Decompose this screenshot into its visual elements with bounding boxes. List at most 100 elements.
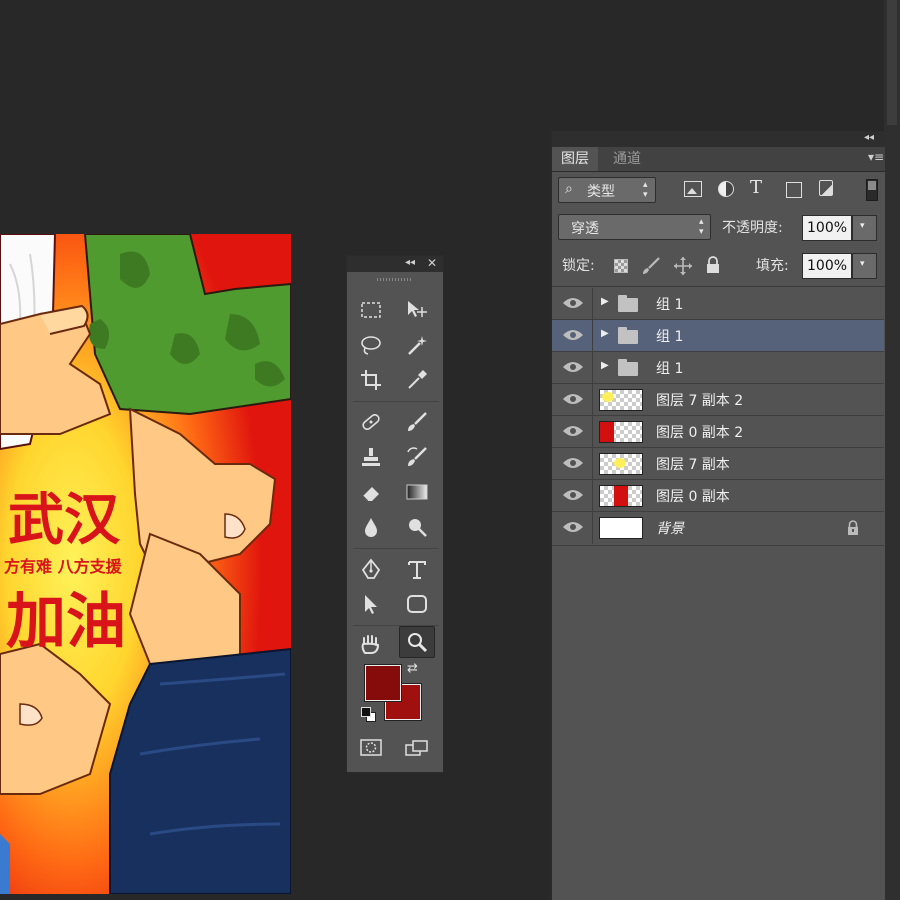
foreground-color-swatch[interactable]	[365, 665, 401, 701]
brush-tool[interactable]	[399, 406, 435, 438]
clone-stamp-tool[interactable]	[353, 441, 389, 473]
tab-channels[interactable]: 通道	[604, 147, 650, 171]
dodge-tool[interactable]	[399, 511, 435, 543]
fill-input[interactable]: 100%	[802, 253, 852, 279]
crop-tool[interactable]	[353, 364, 389, 396]
blend-mode-dropdown[interactable]: 穿透 ▴ ▾	[558, 214, 711, 240]
layer-name: 组 1	[656, 361, 684, 377]
layer-row-group[interactable]: ▶ 组 1	[552, 352, 884, 384]
zoom-icon	[408, 633, 428, 653]
eyedropper-tool[interactable]	[399, 364, 435, 396]
type-tool[interactable]	[399, 553, 435, 585]
filter-pixel-icon[interactable]	[684, 181, 702, 197]
rounded-rectangle-icon	[407, 595, 427, 613]
lasso-tool[interactable]	[353, 329, 389, 361]
tools-panel-titlebar[interactable]: ◂◂ ✕	[347, 256, 443, 272]
screen-mode-button[interactable]	[399, 732, 435, 764]
updown-icon: ▴ ▾	[699, 217, 704, 237]
layer-name: 图层 7 副本 2	[656, 393, 744, 409]
quick-mask-icon	[360, 739, 382, 756]
layer-row-group[interactable]: ▶ 组 1	[552, 288, 884, 320]
blend-mode-value: 穿透	[571, 221, 599, 237]
filter-smart-object-icon[interactable]	[819, 180, 833, 196]
eye-icon[interactable]	[562, 392, 584, 406]
filter-toggle[interactable]	[866, 179, 878, 201]
eye-icon[interactable]	[562, 328, 584, 342]
opacity-dropdown-button[interactable]: ▾	[852, 215, 877, 241]
default-colors-icon[interactable]	[361, 707, 376, 722]
history-brush-tool[interactable]	[399, 441, 435, 473]
panel-menu-icon[interactable]: ▾≡	[868, 150, 884, 164]
layer-row-background[interactable]: 背景	[552, 512, 884, 546]
layer-list: ▶ 组 1 ▶ 组 1 ▶ 组 1 图层 7 副本 2 图层 0 副本 2 图层…	[552, 288, 885, 546]
rectangle-tool[interactable]	[399, 588, 435, 620]
gradient-icon	[406, 484, 428, 500]
poster-artwork: 武汉 方有难 八方支援 加油	[0, 234, 291, 894]
filter-type-icon[interactable]: T	[750, 177, 762, 198]
lock-label: 锁定:	[562, 258, 595, 274]
zoom-tool[interactable]	[399, 626, 435, 658]
dodge-icon	[409, 519, 427, 537]
panel-grip[interactable]	[377, 278, 413, 281]
lock-image-icon[interactable]	[640, 256, 662, 276]
fill-dropdown-button[interactable]: ▾	[852, 253, 877, 279]
path-select-icon	[365, 595, 377, 614]
pen-tool[interactable]	[353, 553, 389, 585]
lock-position-icon[interactable]	[673, 256, 693, 276]
eye-icon[interactable]	[562, 424, 584, 438]
lock-transparent-icon[interactable]	[614, 259, 628, 273]
blur-tool[interactable]	[353, 511, 389, 543]
marquee-icon	[361, 302, 381, 318]
folder-icon	[618, 359, 638, 376]
opacity-label: 不透明度:	[722, 220, 783, 236]
layer-row[interactable]: 图层 0 副本	[552, 480, 884, 512]
fill-label: 填充:	[756, 258, 789, 274]
eye-icon[interactable]	[562, 296, 584, 310]
rectangular-marquee-tool[interactable]	[353, 294, 389, 326]
layer-name: 背景	[656, 521, 684, 537]
magic-wand-tool[interactable]	[399, 329, 435, 361]
history-brush-icon	[407, 447, 427, 466]
eye-icon[interactable]	[562, 520, 584, 534]
collapse-icon[interactable]: ◂◂	[405, 257, 415, 268]
layers-panel-tabs: 图层 通道 ▾≡	[552, 147, 885, 172]
layer-row[interactable]: 图层 7 副本	[552, 448, 884, 480]
workspace-scrollbar[interactable]	[884, 0, 900, 900]
close-icon[interactable]: ✕	[427, 256, 437, 270]
swap-colors-icon[interactable]: ⇄	[407, 661, 418, 676]
eye-icon[interactable]	[562, 456, 584, 470]
expand-arrow-icon[interactable]: ▶	[601, 360, 609, 371]
layer-row[interactable]: 图层 0 副本 2	[552, 416, 884, 448]
stamp-icon	[362, 448, 380, 466]
hand-tool[interactable]	[353, 628, 389, 660]
magic-wand-icon	[408, 336, 427, 355]
expand-arrow-icon[interactable]: ▶	[601, 296, 609, 307]
opacity-input[interactable]: 100%	[802, 215, 852, 241]
type-icon	[408, 561, 426, 579]
pen-icon	[361, 558, 381, 579]
folder-icon	[618, 295, 638, 312]
collapse-icon[interactable]: ◂◂	[864, 132, 874, 143]
quick-mask-button[interactable]	[353, 732, 389, 764]
layer-thumbnail	[599, 389, 643, 411]
expand-arrow-icon[interactable]: ▶	[601, 328, 609, 339]
tab-layers[interactable]: 图层	[552, 147, 598, 171]
layers-panel-titlebar[interactable]: ◂◂	[552, 131, 885, 147]
filter-adjustment-icon[interactable]	[718, 181, 734, 197]
eraser-tool[interactable]	[353, 476, 389, 508]
document-canvas[interactable]: 武汉 方有难 八方支援 加油	[0, 234, 291, 894]
layer-name: 图层 0 副本	[656, 489, 730, 505]
layer-name: 图层 0 副本 2	[656, 425, 744, 441]
layer-row-group-selected[interactable]: ▶ 组 1	[552, 320, 884, 352]
layer-row[interactable]: 图层 7 副本 2	[552, 384, 884, 416]
path-selection-tool[interactable]	[353, 588, 389, 620]
lock-all-icon[interactable]	[705, 256, 721, 274]
eye-icon[interactable]	[562, 488, 584, 502]
spot-healing-tool[interactable]	[353, 406, 389, 438]
gradient-tool[interactable]	[399, 476, 435, 508]
filter-shape-icon[interactable]	[786, 182, 802, 198]
layer-filter-dropdown[interactable]: ⌕ 类型 ▴ ▾	[558, 177, 656, 203]
move-tool[interactable]	[399, 294, 435, 326]
eye-icon[interactable]	[562, 360, 584, 374]
layer-thumbnail	[599, 421, 643, 443]
